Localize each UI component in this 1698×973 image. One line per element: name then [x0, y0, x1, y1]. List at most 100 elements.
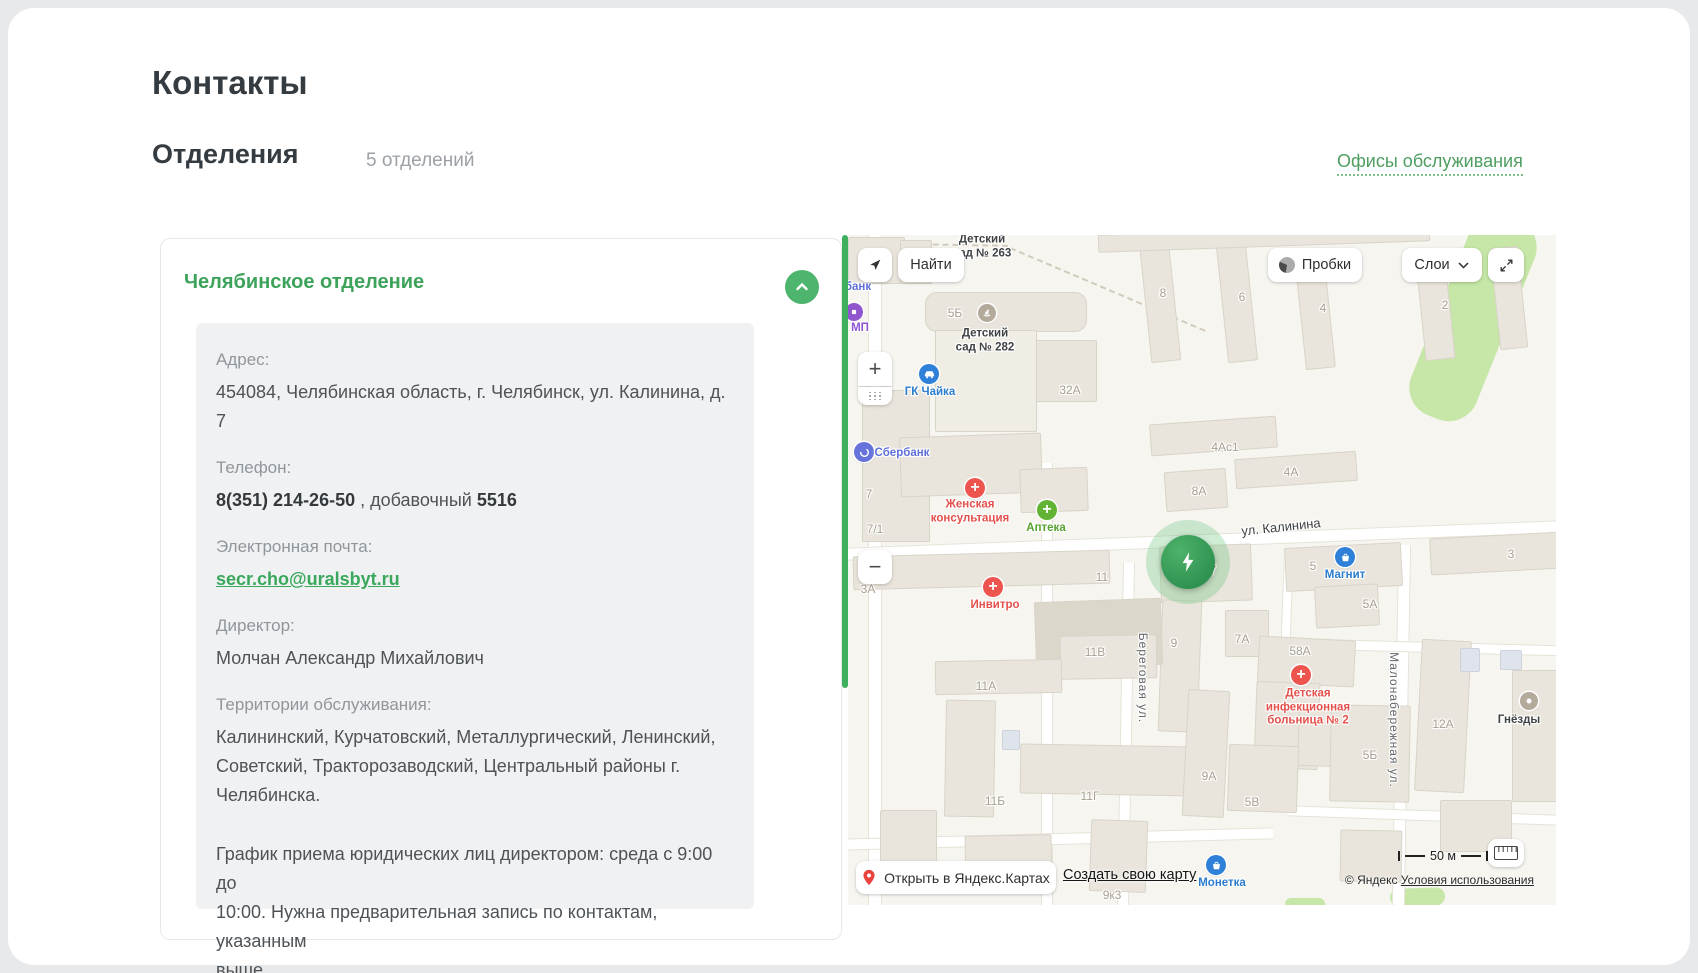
- copyright-text: © Яндекс: [1345, 873, 1401, 887]
- map-label: 12А: [1432, 717, 1453, 731]
- scale-bar: [1405, 855, 1425, 857]
- map-label: Монетка: [1198, 877, 1246, 891]
- map-label: ГК Чайка: [905, 386, 955, 400]
- map-label: 6: [1239, 290, 1246, 304]
- branch-info-box: Адрес: 454084, Челябинская область, г. Ч…: [196, 323, 754, 909]
- map-label: 11Г: [1081, 789, 1100, 803]
- territories-label: Территории обслуживания:: [216, 695, 734, 715]
- open-in-yandex-maps-button[interactable]: Открыть в Яндекс.Картах: [856, 861, 1056, 894]
- phone-ext-separator: , добавочный: [355, 490, 477, 510]
- map-label: Береговая ул.: [1136, 633, 1150, 724]
- create-map-link[interactable]: Создать свою карту: [1063, 867, 1196, 883]
- terms-link[interactable]: Условия использования: [1401, 873, 1534, 887]
- email-label: Электронная почта:: [216, 537, 734, 557]
- branch-count: 5 отделений: [366, 150, 474, 172]
- phone-number: 8(351) 214-26-50: [216, 490, 355, 510]
- map-label: 7/1: [867, 522, 884, 536]
- map-label: 7А: [1235, 632, 1250, 646]
- address-label: Адрес:: [216, 350, 734, 370]
- offices-link[interactable]: Офисы обслуживания: [1337, 151, 1523, 176]
- email-link[interactable]: secr.cho@uralsbyt.ru: [216, 569, 400, 589]
- page-title: Контакты: [152, 64, 308, 102]
- branch-name: Челябинское отделение: [184, 271, 424, 294]
- map-label: Инвитро: [970, 599, 1019, 613]
- map-label: Женская консультация: [931, 498, 1009, 525]
- map-canvas[interactable]: Детский сад № 2635БДетский сад № 282банк…: [848, 235, 1556, 905]
- chevron-up-icon: [794, 279, 810, 295]
- screenshot-stage: Контакты Отделения 5 отделений Офисы обс…: [0, 0, 1698, 973]
- traffic-label: Пробки: [1302, 257, 1351, 273]
- traffic-light-icon: [1279, 257, 1295, 273]
- map-pin-icon: [862, 869, 876, 886]
- phone-value: 8(351) 214-26-50 , добавочный 5516: [216, 486, 734, 515]
- layers-label: Слои: [1414, 257, 1449, 273]
- map-label: 11А: [976, 679, 996, 693]
- collapse-button[interactable]: [785, 270, 819, 304]
- lightning-icon: [1175, 549, 1201, 575]
- fullscreen-button[interactable]: [1488, 248, 1524, 282]
- phone-label: Телефон:: [216, 458, 734, 478]
- director-value: Молчан Александр Михайлович: [216, 644, 734, 673]
- plus-icon: +: [869, 358, 882, 380]
- map-label: Гнёзды: [1498, 714, 1540, 728]
- map-label: Детская инфекционная больница № 2: [1266, 688, 1350, 729]
- map-label: 2: [1442, 298, 1449, 312]
- geolocation-button[interactable]: [858, 248, 892, 282]
- layers-button[interactable]: Слои: [1402, 248, 1482, 282]
- expand-arrows-icon: [1499, 258, 1514, 273]
- map-label: 5Б: [1363, 748, 1378, 762]
- map-label: 58А: [1289, 644, 1310, 658]
- phone-extension: 5516: [477, 490, 517, 510]
- map-label: Сбербанк: [875, 447, 930, 461]
- map-label: 9к3: [1103, 888, 1122, 902]
- scale-tick: [1398, 851, 1400, 861]
- map-label: 7: [866, 487, 873, 501]
- map-label: 11: [1096, 570, 1108, 584]
- scale-bar: [1461, 855, 1481, 857]
- map-label: 5: [1310, 559, 1317, 573]
- email-row: secr.cho@uralsbyt.ru: [216, 565, 734, 594]
- map-label: 32А: [1059, 383, 1080, 397]
- map-label: 9А: [1202, 769, 1217, 783]
- map-label: Детский сад № 282: [956, 327, 1015, 354]
- open-in-maps-label: Открыть в Яндекс.Картах: [884, 870, 1050, 886]
- map-label: банк: [848, 281, 871, 295]
- map-search-label: Найти: [910, 257, 951, 273]
- map-scale: 50 м: [1398, 849, 1488, 863]
- director-label: Директор:: [216, 616, 734, 636]
- map-search-button[interactable]: Найти: [898, 248, 964, 282]
- map-label: ул. Калинина: [1241, 515, 1322, 539]
- map-label: 3А: [861, 582, 876, 596]
- map-label: Аптека: [1026, 522, 1065, 536]
- traffic-button[interactable]: Пробки: [1268, 248, 1362, 282]
- zoom-slider-handle[interactable]: [858, 387, 892, 405]
- map-label: Малонабережная ул.: [1387, 652, 1401, 788]
- map-label: 5Б: [948, 306, 963, 320]
- address-value: 454084, Челябинская область, г. Челябинс…: [216, 378, 734, 436]
- map-label: 3: [1508, 547, 1515, 561]
- zoom-out-button[interactable]: −: [858, 550, 892, 584]
- ruler-icon: [1494, 846, 1518, 860]
- chevron-down-icon: [1457, 259, 1470, 272]
- map-label: 8: [1160, 286, 1167, 300]
- map-label: 4: [1320, 301, 1327, 315]
- section-title: Отделения: [152, 139, 299, 170]
- map-label: 9: [1171, 636, 1178, 650]
- schedule-note: График приема юридических лиц директором…: [216, 840, 734, 973]
- map-label: 11Б: [985, 794, 1005, 808]
- minus-icon: −: [869, 556, 882, 578]
- map-label: 4А: [1284, 465, 1299, 479]
- branch-map-marker[interactable]: [1161, 535, 1215, 589]
- slider-dots-icon: [866, 392, 884, 400]
- map-copyright: © Яндекс Условия использования: [1345, 873, 1534, 887]
- geolocation-arrow-icon: [867, 257, 883, 273]
- map-label: 5В: [1245, 795, 1260, 809]
- map-label: Магнит: [1325, 569, 1366, 583]
- ruler-button[interactable]: [1488, 839, 1524, 867]
- branch-card: Челябинское отделение Адрес: 454084, Чел…: [160, 238, 842, 940]
- zoom-in-button[interactable]: +: [858, 352, 892, 386]
- territories-value: Калининский, Курчатовский, Металлургичес…: [216, 723, 734, 810]
- scale-label: 50 м: [1430, 849, 1456, 863]
- map-label: 5А: [1363, 597, 1378, 611]
- map-label: 4Ас1: [1211, 440, 1238, 454]
